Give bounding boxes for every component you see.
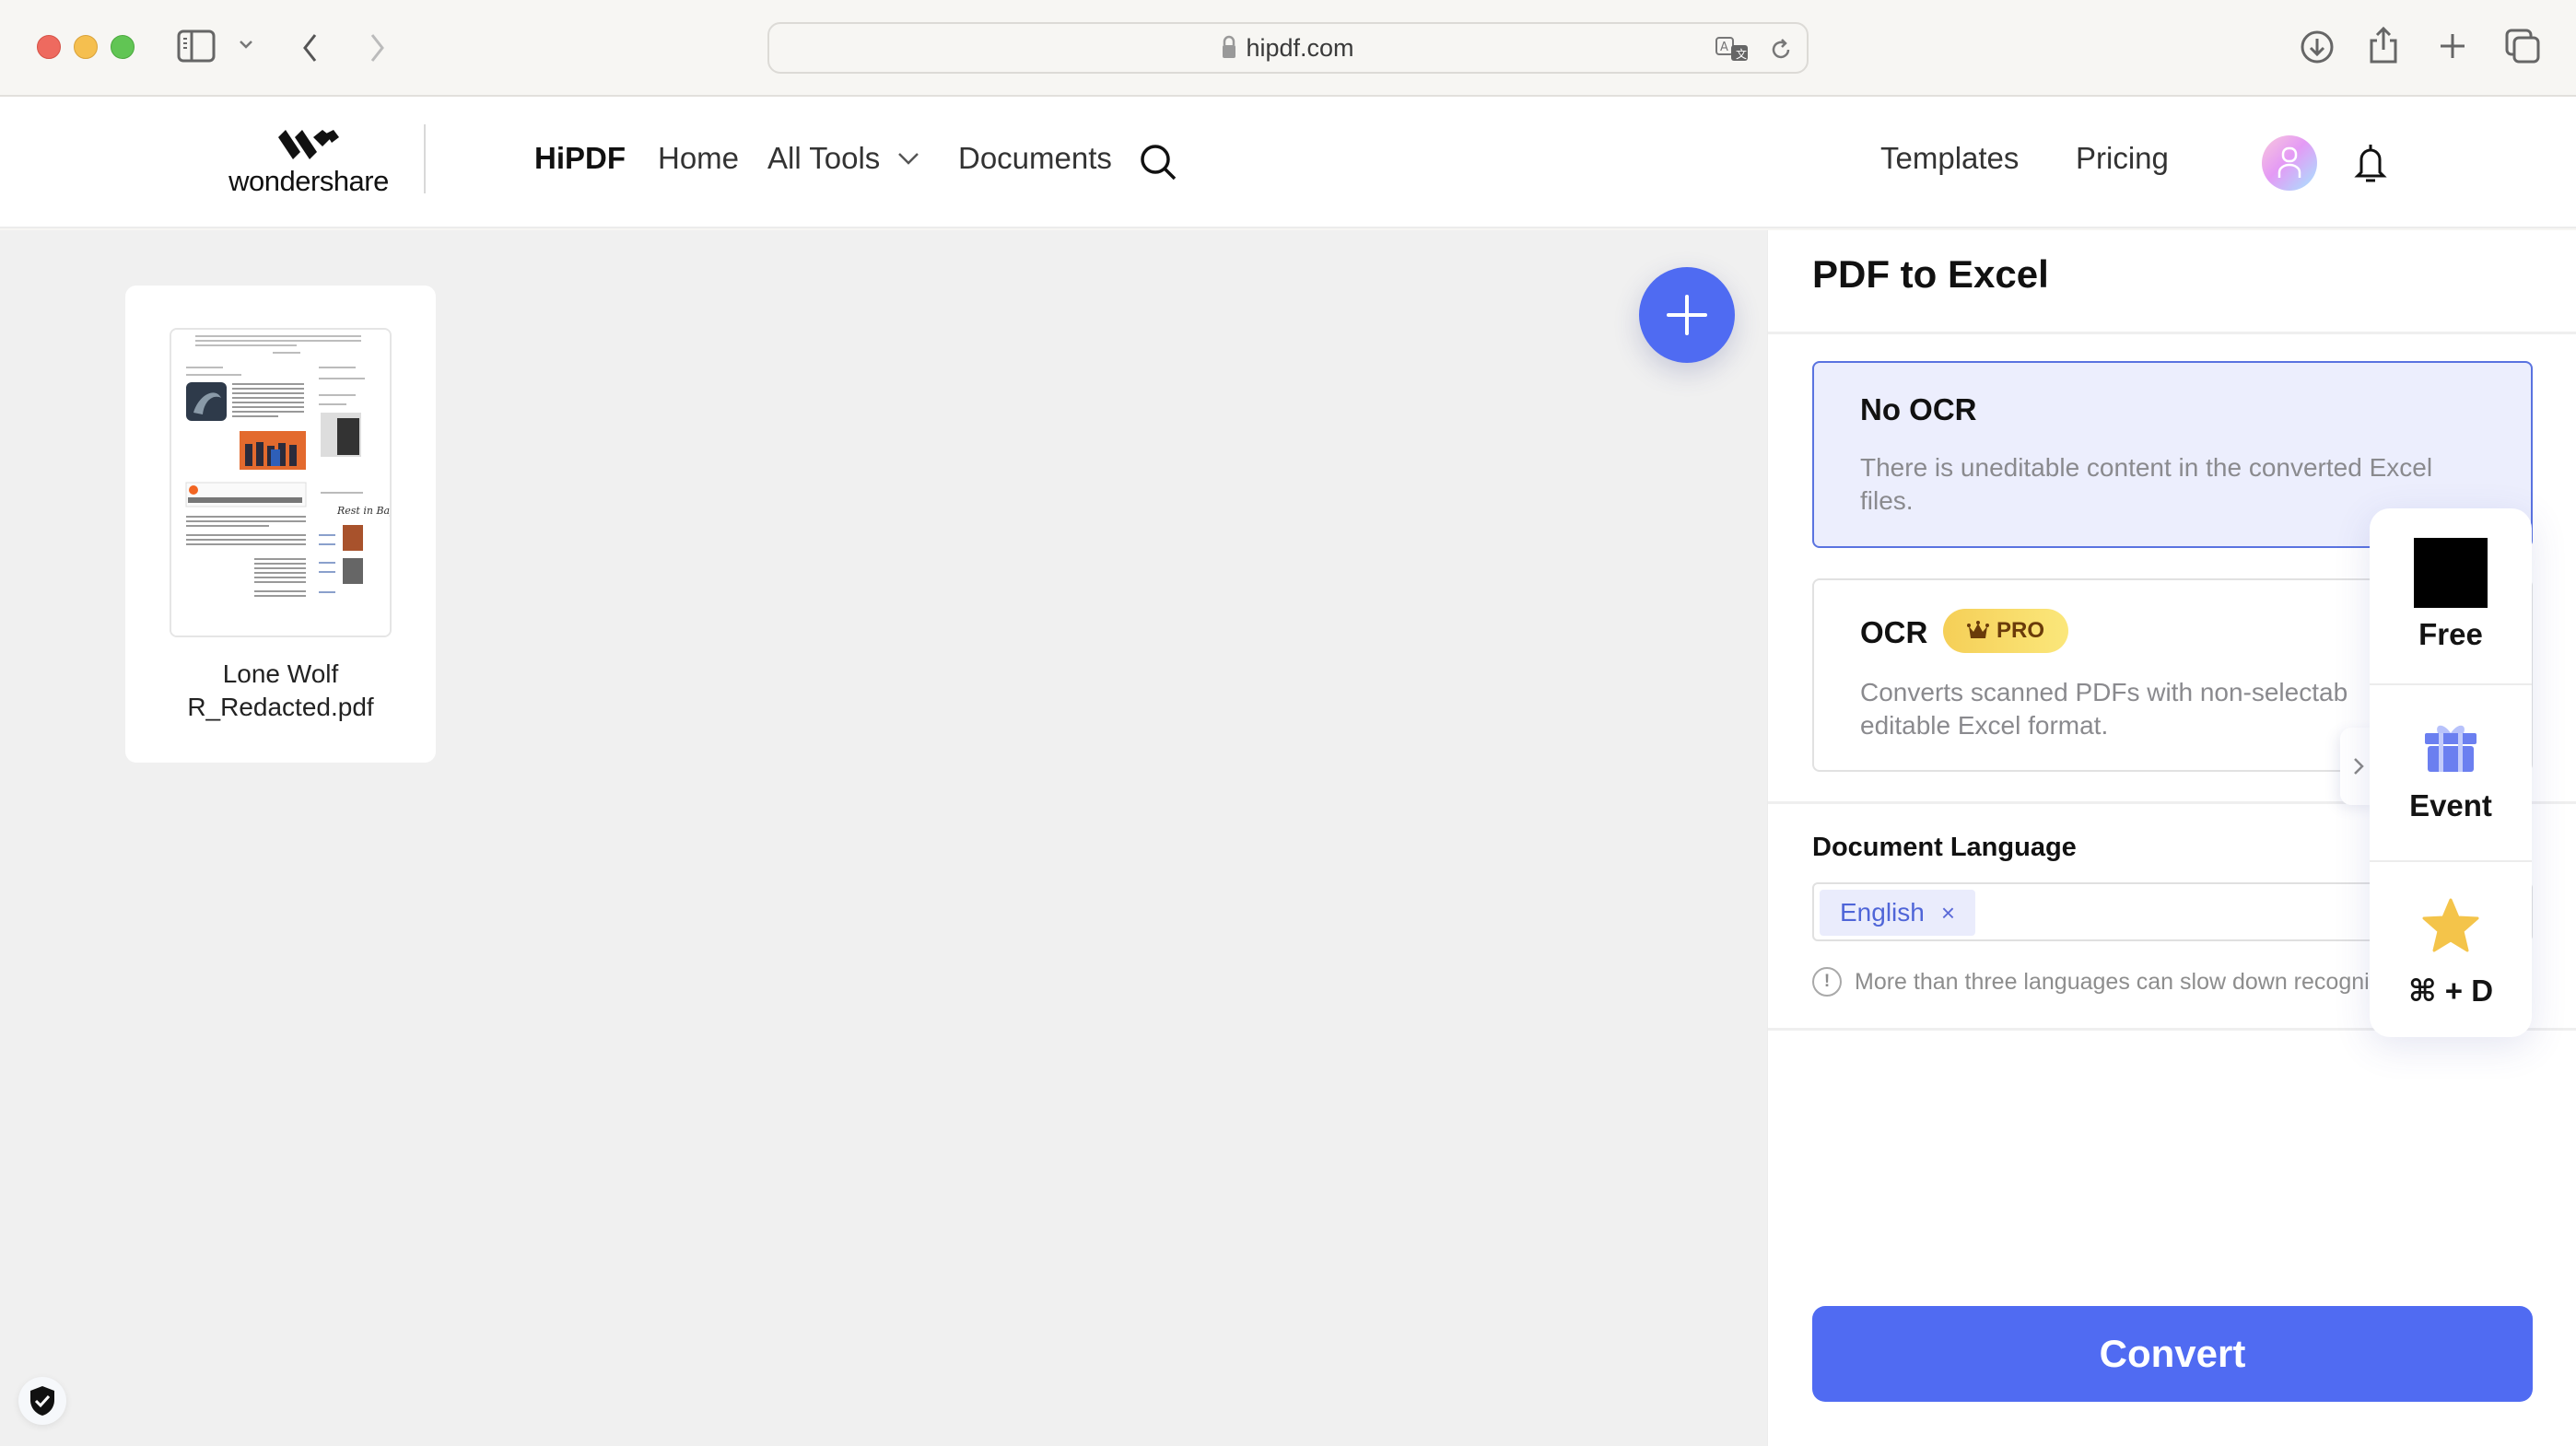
file-name: Lone Wolf R_Redacted.pdf <box>125 658 436 724</box>
language-hint: ! More than three languages can slow dow… <box>1812 967 2376 997</box>
option-title: No OCR <box>1860 392 1977 426</box>
nav-all-tools[interactable]: All Tools <box>767 141 920 176</box>
language-hint-text: More than three languages can slow down … <box>1855 968 2376 995</box>
minimize-window-button[interactable] <box>74 35 98 59</box>
info-exclamation-icon: ! <box>1812 967 1842 997</box>
panel-title: PDF to Excel <box>1812 252 2049 296</box>
divider <box>2370 860 2532 862</box>
nav-documents[interactable]: Documents <box>958 141 1112 176</box>
gift-icon <box>2425 725 2476 772</box>
reload-icon[interactable] <box>1768 37 1794 63</box>
header-divider <box>424 124 426 193</box>
chevron-right-icon <box>2354 758 2364 775</box>
lock-icon <box>1222 35 1236 59</box>
pro-badge: PRO <box>1943 609 2068 653</box>
divider <box>1768 332 2576 334</box>
sidebar-toggle-icon[interactable] <box>177 29 216 63</box>
option-title: OCR <box>1860 615 1928 649</box>
wondershare-logo[interactable]: wondershare <box>221 128 396 202</box>
back-arrow-icon[interactable] <box>300 31 321 64</box>
svg-text:A: A <box>1720 41 1728 54</box>
widget-item-event[interactable]: Event <box>2370 722 2532 823</box>
nav-pricing[interactable]: Pricing <box>2076 141 2169 176</box>
widget-item-bookmark[interactable]: ⌘ + D <box>2370 897 2532 1009</box>
pro-badge-label: PRO <box>1996 618 2044 643</box>
nav-templates[interactable]: Templates <box>1880 141 2019 176</box>
notification-bell-icon[interactable] <box>2354 143 2387 188</box>
close-window-button[interactable] <box>37 35 61 59</box>
forward-arrow-icon[interactable] <box>367 31 387 64</box>
download-icon[interactable] <box>2300 29 2335 64</box>
crown-icon <box>1966 621 1989 638</box>
address-bar[interactable]: hipdf.com A文 <box>767 22 1809 74</box>
url-text: hipdf.com <box>1246 33 1354 62</box>
pdf-thumbnail: Rest in Bay <box>170 328 392 637</box>
widget-item-free[interactable]: Free <box>2370 538 2532 652</box>
black-square-icon <box>2414 538 2488 608</box>
file-workspace: Rest in Bay Lone Wolf R_Redacted.pdf <box>0 230 1767 1446</box>
user-avatar[interactable] <box>2262 135 2317 191</box>
plus-icon <box>1667 295 1707 335</box>
bookmark-shortcut-label: ⌘ + D <box>2407 974 2494 1008</box>
document-language-label: Document Language <box>1812 833 2077 862</box>
tab-overview-icon[interactable] <box>2504 28 2541 64</box>
nav-brand-hipdf[interactable]: HiPDF <box>534 141 626 176</box>
file-name-line-2: R_Redacted.pdf <box>187 693 374 721</box>
remove-language-button[interactable]: × <box>1941 899 1955 927</box>
chevron-down-icon <box>898 153 919 165</box>
zoom-window-button[interactable] <box>111 35 135 59</box>
svg-text:文: 文 <box>1736 47 1747 61</box>
add-file-button[interactable] <box>1639 267 1735 363</box>
logo-text: wondershare <box>228 165 389 197</box>
nav-all-tools-label: All Tools <box>767 141 881 175</box>
svg-text:Rest in Bay: Rest in Bay <box>336 505 392 517</box>
shield-check-icon <box>30 1386 54 1416</box>
nav-home[interactable]: Home <box>658 141 739 176</box>
divider <box>2370 683 2532 685</box>
floating-promo-widget: Free Event ⌘ + D <box>2370 508 2532 1037</box>
language-tag-label: English <box>1840 898 1925 927</box>
widget-item-label: Event <box>2409 788 2492 822</box>
user-icon <box>2277 146 2301 178</box>
search-icon[interactable] <box>1139 143 1177 181</box>
file-card[interactable]: Rest in Bay Lone Wolf R_Redacted.pdf <box>125 286 436 763</box>
chevron-down-icon[interactable] <box>238 39 254 50</box>
new-tab-plus-icon[interactable] <box>2438 31 2467 61</box>
share-icon[interactable] <box>2368 26 2399 64</box>
widget-item-label: Free <box>2418 617 2483 651</box>
language-tag-english: English × <box>1820 890 1976 936</box>
security-shield-button[interactable] <box>18 1377 66 1425</box>
site-header: wondershare HiPDF Home All Tools Documen… <box>0 97 2576 228</box>
translate-icon[interactable]: A文 <box>1715 35 1751 64</box>
convert-button[interactable]: Convert <box>1812 1306 2533 1402</box>
browser-toolbar: hipdf.com A文 <box>0 0 2576 97</box>
file-name-line-1: Lone Wolf <box>222 659 339 688</box>
wondershare-logo-icon <box>278 130 339 159</box>
star-icon <box>2422 898 2479 952</box>
